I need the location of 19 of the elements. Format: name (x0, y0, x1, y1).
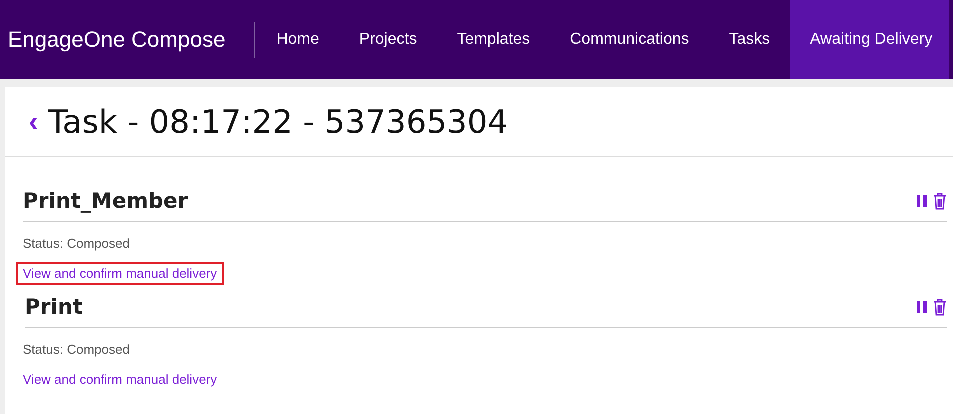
trash-icon[interactable] (933, 298, 947, 316)
nav-tab[interactable]: Home (256, 0, 340, 79)
delivery-link[interactable]: View and confirm manual delivery (18, 264, 222, 283)
app-title: EngageOne Compose (7, 26, 227, 52)
nav-tab[interactable]: Projects (339, 0, 438, 79)
nav-tab[interactable]: Awaiting Delivery (790, 0, 949, 79)
back-button[interactable]: ‹ (29, 108, 38, 136)
nav-tab[interactable]: Tasks (709, 0, 790, 79)
nav-tab[interactable]: Templates (437, 0, 550, 79)
trash-icon[interactable] (933, 192, 947, 210)
page-title: Task - 08:17:22 - 537365304 (48, 102, 508, 140)
nav-tab[interactable]: Communications (550, 0, 710, 79)
status-text: Status: Composed (23, 342, 131, 357)
item-title: Print (25, 295, 83, 319)
item-title: Print_Member (23, 189, 188, 213)
pause-icon[interactable] (917, 195, 927, 207)
delivery-link[interactable]: View and confirm manual delivery (23, 370, 222, 389)
status-text: Status: Composed (23, 236, 131, 251)
pause-icon[interactable] (917, 301, 927, 313)
